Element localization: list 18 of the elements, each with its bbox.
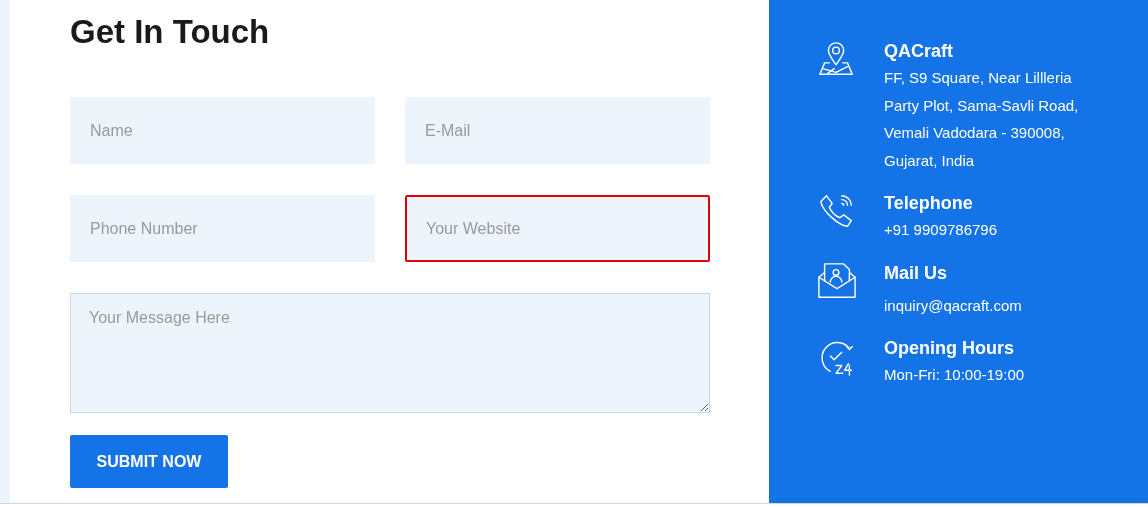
heading: Get In Touch (70, 12, 271, 52)
contact-detail: inquiry@qacraft.com (884, 295, 1022, 316)
contact-title: Telephone (884, 192, 974, 215)
contact-title: Mail Us (884, 261, 949, 285)
contact-detail: Mon-Fri: 10:00-19:00 (884, 365, 1025, 385)
contact-detail: +91 9909786796 (884, 220, 998, 240)
contact-detail: Vemali Vadodara - 390008, (884, 123, 1066, 143)
input-field[interactable]: Your Website (405, 195, 710, 262)
contact-detail: Party Plot, Sama-Savli Road, (884, 95, 1079, 116)
message-field[interactable]: Your Message Here (70, 293, 710, 413)
input-field[interactable]: Phone Number (70, 195, 375, 262)
contact-detail: FF, S9 Square, Near Lillleria (884, 68, 1073, 88)
submit-button[interactable]: SUBMIT NOW (70, 435, 228, 488)
contact-detail: Gujarat, India (884, 150, 976, 171)
input-field[interactable]: E-Mail (405, 97, 710, 164)
input-field[interactable]: Name (70, 97, 375, 164)
contact-title: Opening Hours (884, 337, 1015, 360)
contact-title: QACraft (884, 40, 954, 63)
